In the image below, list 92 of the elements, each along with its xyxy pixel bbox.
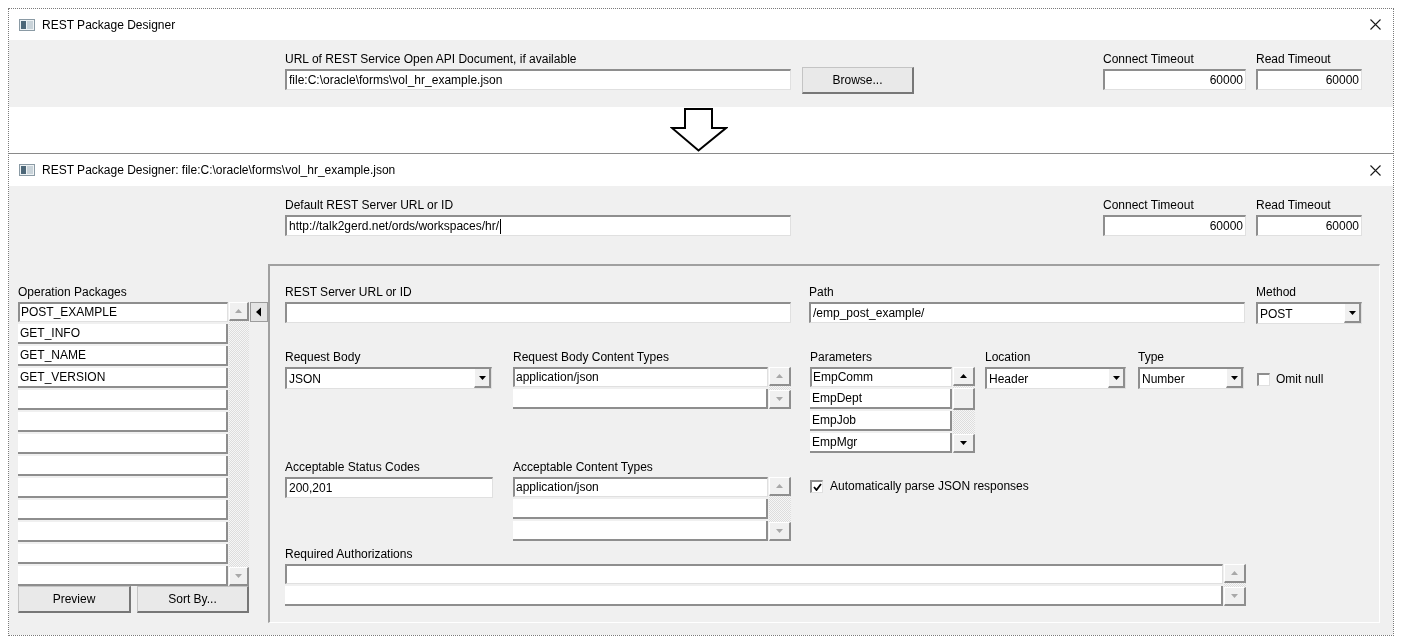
field-label: Required Authorizations: [285, 547, 413, 561]
close-icon[interactable]: [1370, 19, 1381, 30]
dropdown-button[interactable]: [474, 369, 491, 388]
caret-down-icon: [1231, 594, 1238, 598]
timeout-field[interactable]: 60000: [1103, 69, 1246, 90]
caret-down-icon: [478, 375, 486, 380]
field-label: Operation Packages: [18, 285, 127, 299]
field-label: Acceptable Status Codes: [285, 460, 420, 474]
field-label: Read Timeout: [1256, 198, 1331, 212]
url-field[interactable]: [285, 302, 791, 323]
caret-up-icon: [1231, 571, 1238, 575]
caret-down-icon: [960, 441, 967, 445]
record-field[interactable]: [285, 564, 1223, 584]
record-field[interactable]: EmpJob: [810, 411, 952, 431]
checkbox[interactable]: [1257, 372, 1270, 386]
browse-button[interactable]: Browse...: [802, 67, 914, 94]
caret-up-icon: [235, 309, 242, 313]
record-field[interactable]: [18, 500, 228, 520]
dropdown-button[interactable]: [1344, 304, 1361, 323]
request-body-dropdown[interactable]: JSON: [285, 367, 492, 389]
scroll-thumb[interactable]: [953, 388, 975, 410]
dropdown-button[interactable]: [1108, 369, 1125, 388]
type-dropdown[interactable]: Number: [1138, 367, 1244, 389]
field-label: Request Body: [285, 350, 361, 364]
field-label: Type: [1138, 350, 1164, 364]
record-field[interactable]: GET_INFO: [18, 324, 228, 344]
field-label: Acceptable Content Types: [513, 460, 653, 474]
check-icon: [812, 482, 822, 491]
timeout-field[interactable]: 60000: [1103, 215, 1246, 236]
record-field[interactable]: GET_NAME: [18, 346, 228, 366]
field-label: Parameters: [810, 350, 873, 364]
caret-down-icon: [1230, 375, 1238, 380]
path-field[interactable]: /emp_post_example/: [809, 302, 1245, 323]
timeout-field[interactable]: 60000: [1256, 69, 1362, 90]
record-field[interactable]: EmpMgr: [810, 433, 952, 453]
record-field[interactable]: POST_EXAMPLE: [18, 302, 228, 322]
checkbox-label: Automatically parse JSON responses: [830, 479, 1029, 493]
record-field[interactable]: [513, 521, 768, 541]
scroll-up-button[interactable]: [953, 367, 975, 386]
field-label: Default REST Server URL or ID: [285, 198, 454, 212]
scroll-down-button[interactable]: [953, 434, 975, 453]
field-label: REST Server URL or ID: [285, 285, 412, 299]
field-label: Connect Timeout: [1103, 198, 1194, 212]
status-codes-field[interactable]: 200,201: [285, 477, 493, 498]
checkbox[interactable]: [810, 479, 823, 493]
record-field[interactable]: [18, 434, 228, 454]
caret-down-icon: [776, 529, 783, 533]
close-icon[interactable]: [1370, 164, 1381, 176]
record-field[interactable]: EmpComm: [810, 367, 952, 387]
record-field[interactable]: [18, 456, 228, 476]
window-title: REST Package Designer: file:C:\oracle\forms\vol_hr_example.json: [42, 163, 396, 177]
sort-button[interactable]: Sort By...: [137, 586, 249, 613]
window-icon: [19, 18, 35, 31]
down-arrow-icon: [670, 108, 728, 152]
caret-down-icon: [1112, 375, 1120, 380]
checkbox-label: Omit null: [1276, 372, 1324, 386]
record-field[interactable]: application/json: [513, 477, 768, 497]
method-dropdown[interactable]: POST: [1256, 302, 1362, 324]
timeout-field[interactable]: 60000: [1256, 215, 1362, 236]
window-icon: [19, 164, 35, 176]
caret-up-icon: [776, 484, 783, 488]
field-label: Path: [809, 285, 834, 299]
record-field[interactable]: EmpDept: [810, 389, 952, 409]
field-label: Request Body Content Types: [513, 350, 669, 364]
record-field[interactable]: [18, 522, 228, 542]
field-label: URL of REST Service Open API Document, if available: [285, 52, 577, 66]
dropdown-button[interactable]: [1226, 369, 1243, 388]
record-field[interactable]: application/json: [513, 367, 768, 387]
record-field[interactable]: [18, 566, 228, 586]
record-field[interactable]: [18, 412, 228, 432]
caret-up-icon: [960, 374, 967, 378]
scrollbar[interactable]: [953, 367, 975, 453]
url-field[interactable]: http://talk2gerd.net/ords/workspaces/hr/: [285, 215, 791, 236]
record-field[interactable]: [18, 544, 228, 564]
location-dropdown[interactable]: Header: [985, 367, 1126, 389]
caret-up-icon: [776, 374, 783, 378]
url-field[interactable]: file:C:\oracle\forms\vol_hr_example.json: [285, 69, 791, 90]
field-label: Read Timeout: [1256, 52, 1331, 66]
caret-down-icon: [776, 397, 783, 401]
field-label: Connect Timeout: [1103, 52, 1194, 66]
record-field[interactable]: [285, 586, 1223, 606]
preview-button[interactable]: Preview: [18, 586, 131, 613]
caret-down-icon: [1348, 310, 1356, 315]
record-field[interactable]: [513, 499, 768, 519]
field-label: Method: [1256, 285, 1297, 299]
window-title: REST Package Designer: [42, 17, 176, 32]
record-field[interactable]: [513, 389, 768, 409]
field-label: Location: [985, 350, 1031, 364]
record-field[interactable]: GET_VERSION: [18, 368, 228, 388]
record-field[interactable]: [18, 478, 228, 498]
caret-down-icon: [235, 574, 242, 578]
record-field[interactable]: [18, 390, 228, 410]
